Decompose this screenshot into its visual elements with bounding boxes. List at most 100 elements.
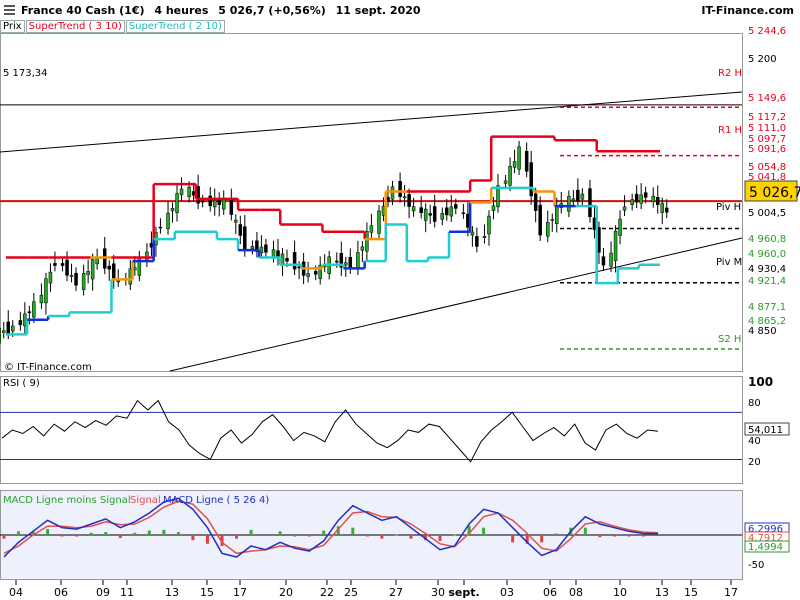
candle-body — [166, 212, 170, 230]
menu-icon[interactable] — [4, 5, 15, 15]
candle-body — [124, 278, 128, 281]
x-tick-label: 20 — [279, 586, 293, 599]
candle-body — [276, 250, 280, 257]
macd-histogram-bar — [482, 527, 486, 535]
candle-body — [116, 280, 120, 283]
price-tick-4850: 4 850 — [748, 326, 777, 337]
candle-body — [407, 194, 411, 207]
macd-histogram-bar — [438, 535, 442, 541]
x-tick-label: 03 — [500, 586, 514, 599]
candle-body — [512, 161, 517, 168]
candle-body — [339, 252, 344, 268]
rsi-tick-20: 20 — [748, 457, 761, 468]
candle-body — [18, 320, 23, 326]
x-tick-label: 27 — [389, 586, 403, 599]
candle-body — [318, 264, 322, 279]
candle-body — [234, 219, 238, 223]
pivot-tag-5: 5 091,6 — [748, 144, 786, 155]
candle-body — [32, 301, 36, 318]
x-tick-label: 17 — [233, 586, 247, 599]
x-tick-label: 06 — [543, 586, 557, 599]
candle-body — [428, 213, 432, 216]
x-tick-label: 17 — [724, 586, 738, 599]
macd-histogram-bar — [612, 535, 616, 537]
macd-histogram-bar — [205, 535, 209, 544]
macd-histogram-bar — [264, 535, 268, 536]
macd-histogram-bar — [31, 531, 35, 535]
candle-body — [179, 188, 184, 196]
macd-line — [3, 497, 658, 558]
current-price-tag: 5 026,7 — [749, 185, 800, 201]
price-panel-frame — [0, 33, 743, 372]
macd-panel-frame — [0, 490, 743, 580]
pivot-tag-12: 4 921,4 — [748, 276, 786, 287]
legend-supertrend-2[interactable]: SuperTrend ( 2 10) — [125, 20, 225, 33]
pivot-tag-7: 5 041,8 — [748, 172, 786, 183]
candle-body — [221, 198, 226, 210]
candle-body — [665, 207, 669, 213]
candle-body — [555, 206, 559, 224]
candle-body — [546, 222, 550, 237]
macd-histogram-bar — [104, 532, 108, 535]
candle-body — [81, 273, 86, 290]
timeframe: 4 heures — [154, 4, 209, 17]
candle-body — [175, 193, 179, 214]
macd-histogram-bar — [569, 527, 573, 535]
candle-body — [217, 197, 221, 205]
candle-body — [402, 196, 407, 198]
candle-body — [454, 204, 458, 209]
candle-body — [601, 256, 606, 266]
signal-line — [3, 500, 659, 555]
rsi-last-value: 54,011 — [748, 425, 783, 436]
x-tick-label: 11 — [120, 586, 134, 599]
macd-histogram-bar — [293, 535, 297, 537]
candle-body — [301, 261, 306, 276]
x-axis: 04 06 09 11 13 15 17 20 22 25 27 30 sept. 03 06 08 10 13 1… — [9, 580, 738, 599]
hist-last-value: 1,4994 — [748, 542, 783, 553]
candle-body — [386, 197, 390, 202]
candle-body — [65, 259, 69, 276]
candle-body — [496, 185, 500, 208]
macd-last-box — [744, 522, 790, 535]
macd-histogram-bar — [380, 535, 384, 539]
candle-body — [264, 244, 268, 253]
instrument-name: France 40 Cash (1€) — [21, 4, 145, 17]
pivot-label-r2: R2 H — [718, 68, 742, 79]
candle-body — [533, 193, 538, 211]
pivot-label-piv-m: Piv M — [716, 257, 742, 268]
candle-body — [187, 186, 191, 197]
candle-body — [588, 188, 592, 218]
rsi-tick-40: 40 — [748, 436, 761, 447]
candle-body — [133, 267, 137, 271]
legend-supertrend-1[interactable]: SuperTrend ( 3 10) — [25, 20, 125, 33]
macd-signal-label: Signal — [130, 495, 161, 506]
candle-body — [149, 242, 154, 248]
candle-body — [597, 227, 601, 253]
pivot-tag-10: 4 960,0 — [748, 249, 786, 260]
candle-body — [470, 231, 475, 236]
candle-body — [390, 186, 395, 200]
x-tick-label: 15 — [200, 586, 214, 599]
legend-price[interactable]: Prix — [0, 20, 25, 33]
macd-histogram-bar — [147, 530, 151, 535]
candle-body — [475, 236, 479, 247]
candle-body — [550, 219, 555, 221]
pivot-label-piv: Piv H — [716, 202, 741, 213]
pivot-tag-0: 5 244,6 — [748, 26, 786, 37]
x-tick-label: 09 — [96, 586, 110, 599]
candle-body — [11, 325, 15, 332]
macd-histogram-bar — [467, 525, 471, 535]
macd-histogram-bar — [307, 535, 311, 537]
candle-body — [280, 253, 285, 265]
x-tick-label: 30 — [431, 586, 445, 599]
candle-body — [95, 257, 99, 265]
candle-body — [576, 189, 580, 202]
candle-body — [27, 311, 32, 314]
macd-histogram-bar — [220, 535, 224, 546]
macd-histogram-bar — [511, 535, 515, 543]
pivot-tag-14: 4 865,2 — [748, 316, 786, 327]
candle-body — [23, 313, 27, 327]
candle-body — [255, 240, 259, 252]
chart-canvas[interactable]: 04 06 09 11 13 15 17 20 22 25 27 30 sept. 03 06 08 10 13 1… — [0, 0, 800, 600]
hist-last-box — [744, 540, 790, 553]
